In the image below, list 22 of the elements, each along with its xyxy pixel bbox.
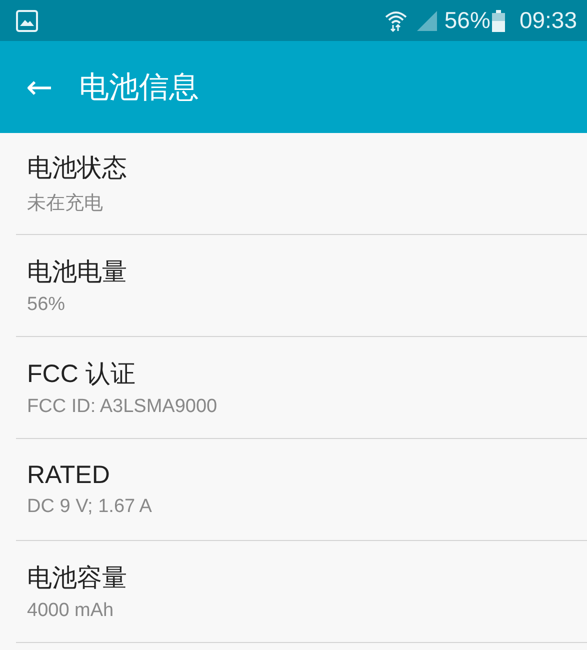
item-title: 电池状态 <box>27 153 128 184</box>
item-value: 56% <box>27 294 66 316</box>
item-value: 未在充电 <box>27 192 104 216</box>
list-item[interactable]: RATED DC 9 V; 1.67 A <box>16 439 587 541</box>
battery-icon <box>492 10 506 32</box>
battery-percent: 56% <box>444 7 490 34</box>
item-title: FCC 认证 <box>27 359 136 390</box>
gallery-icon <box>16 10 38 32</box>
item-title: 电池电量 <box>27 257 128 288</box>
item-value: DC 9 V; 1.67 A <box>27 496 153 518</box>
item-value: 4000 mAh <box>27 600 115 622</box>
signal-icon <box>416 10 438 32</box>
list-item[interactable]: 电池容量 4000 mAh <box>16 541 587 643</box>
list-item[interactable]: 电池电量 56% <box>16 235 587 337</box>
wifi-icon <box>384 8 408 32</box>
item-title: 电池容量 <box>27 563 128 594</box>
clock: 09:33 <box>519 7 577 34</box>
item-title: RATED <box>27 461 111 490</box>
page-title: 电池信息 <box>78 68 199 106</box>
item-value: FCC ID: A3LSMA9000 <box>27 396 218 418</box>
list-item[interactable]: 电池状态 未在充电 <box>16 133 587 235</box>
list-item[interactable]: FCC 认证 FCC ID: A3LSMA9000 <box>16 337 587 439</box>
